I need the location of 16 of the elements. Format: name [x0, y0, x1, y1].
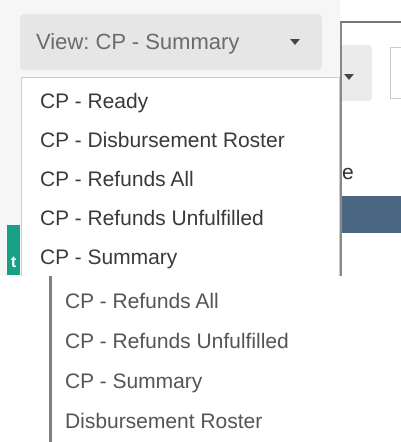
list-item[interactable]: Disbursement Roster: [65, 402, 289, 442]
menu-item[interactable]: CP - Refunds All: [22, 160, 339, 199]
list-item[interactable]: CP - Refunds Unfulfilled: [65, 322, 289, 362]
menu-item[interactable]: CP - Disbursement Roster: [22, 121, 339, 160]
menu-item[interactable]: CP - Summary: [22, 238, 339, 276]
menu-item[interactable]: CP - Ready: [22, 82, 339, 121]
column-header: e: [342, 162, 355, 183]
menu-item[interactable]: CP - Refunds Unfulfilled: [22, 199, 339, 238]
input-field[interactable]: [390, 47, 401, 99]
list-item[interactable]: CP - Refunds All: [65, 282, 289, 322]
list-item[interactable]: CP - Summary: [65, 362, 289, 402]
view-dropdown[interactable]: View: CP - Summary: [20, 14, 322, 70]
caret-icon: [344, 74, 354, 80]
header-bar: [342, 196, 401, 233]
dropdown-button[interactable]: [342, 45, 372, 101]
caret-icon: [290, 39, 300, 45]
